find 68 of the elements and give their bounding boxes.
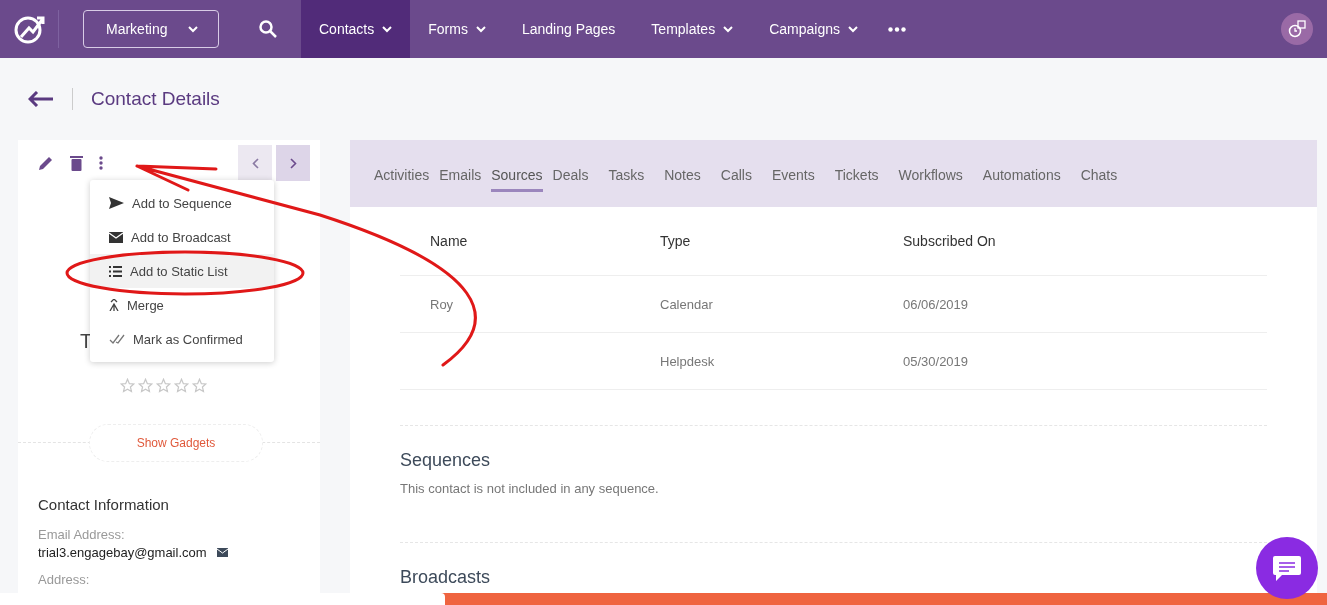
chevron-down-icon <box>848 25 858 33</box>
chevron-left-icon <box>251 157 259 169</box>
nav-item[interactable]: Forms <box>410 0 504 58</box>
search-icon[interactable] <box>259 20 277 38</box>
more-vertical-icon[interactable] <box>99 156 103 170</box>
empty-message: This contact is not included in any sequence. <box>400 481 660 496</box>
tab[interactable]: Calls <box>720 161 752 192</box>
column-header: Type <box>660 233 692 249</box>
chevron-down-icon <box>475 25 486 33</box>
star-icon[interactable] <box>174 378 189 393</box>
section-title: Contact Information <box>38 496 170 513</box>
menu-item[interactable]: Add to Sequence <box>90 186 274 220</box>
tab[interactable]: Sources <box>491 161 543 192</box>
page-title: Contact Details <box>91 88 220 110</box>
star-icon[interactable] <box>120 378 135 393</box>
table-cell: Roy <box>430 296 454 312</box>
tab[interactable]: Tasks <box>608 161 645 192</box>
chat-icon <box>1272 554 1302 582</box>
tab[interactable]: Emails <box>439 161 482 192</box>
nav-item[interactable]: Contacts <box>301 0 411 58</box>
menu-item[interactable]: Mark as Confirmed <box>90 322 274 356</box>
delete-icon[interactable] <box>70 155 83 171</box>
nav-item[interactable]: Landing Pages <box>503 0 634 58</box>
chevron-right-icon <box>289 157 297 169</box>
field-value: trial3.engagebay@gmail.com <box>38 545 207 560</box>
star-icon[interactable] <box>192 378 207 393</box>
table-cell-text: 06/06/2019 <box>903 296 970 312</box>
chevron-down-icon <box>382 25 393 33</box>
edit-icon[interactable] <box>38 155 54 171</box>
clock-calendar-icon <box>1288 20 1306 38</box>
section-title: Sequences <box>400 450 492 471</box>
tab[interactable]: Activities <box>374 161 430 192</box>
tab[interactable]: Workflows <box>898 161 963 192</box>
avatar-button[interactable] <box>1281 13 1313 45</box>
tab[interactable]: Deals <box>552 161 589 192</box>
list-icon <box>109 265 122 277</box>
tab[interactable]: Events <box>771 161 815 192</box>
menu-item[interactable]: Add to Static List <box>90 254 274 288</box>
menu-item[interactable]: Merge <box>90 288 274 322</box>
merge-icon <box>109 299 119 311</box>
column-header: Name <box>430 233 469 249</box>
back-arrow-icon[interactable] <box>28 91 54 107</box>
star-icon[interactable] <box>138 378 153 393</box>
double-check-icon <box>109 334 125 344</box>
tab[interactable]: Notes <box>664 161 701 192</box>
table-cell-text: 05/30/2019 <box>903 353 970 369</box>
table-cell-text: Helpdesk <box>660 353 716 369</box>
column-header: Subscribed On <box>903 233 997 249</box>
menu-item[interactable]: Add to Broadcast <box>90 220 274 254</box>
send-icon <box>109 197 124 209</box>
chevron-down-icon <box>723 25 734 33</box>
table-cell-text: Calendar <box>660 296 714 312</box>
more-icon[interactable] <box>888 26 906 32</box>
star-icon[interactable] <box>156 378 171 393</box>
nav-item[interactable]: Campaigns <box>751 0 876 58</box>
field-label: Address: <box>38 572 91 587</box>
tab[interactable]: Automations <box>982 161 1061 192</box>
workspace-dropdown[interactable]: Marketing <box>83 10 219 48</box>
section-title: Broadcasts <box>400 567 492 588</box>
chevron-down-icon <box>188 25 198 33</box>
tab[interactable]: Chats <box>1080 161 1118 192</box>
star-rating[interactable] <box>120 378 207 393</box>
tab[interactable]: Tickets <box>834 161 879 192</box>
nav-item[interactable]: Templates <box>633 0 752 58</box>
envelope-icon <box>109 231 123 243</box>
field-label: Email Address: <box>38 527 126 542</box>
show-gadgets-button[interactable]: Show Gadgets <box>89 424 263 462</box>
envelope-icon[interactable] <box>216 548 228 557</box>
